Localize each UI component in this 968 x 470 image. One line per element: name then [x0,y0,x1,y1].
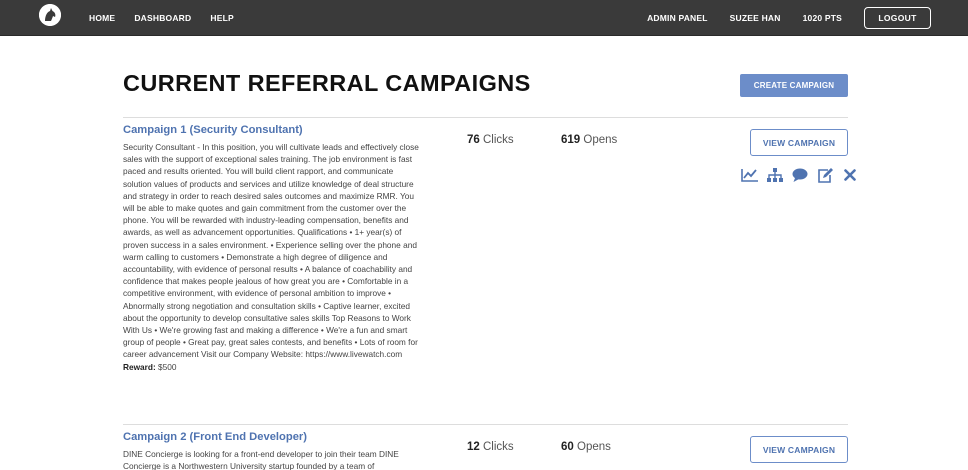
opens-count: 60 [561,441,574,453]
reward-value: $500 [158,361,177,372]
reward-label: Reward: [123,361,156,372]
top-navbar: HOME DASHBOARD HELP ADMIN PANEL SUZEE HA… [0,0,968,36]
nav-dashboard-link[interactable]: DASHBOARD [134,13,191,23]
campaign-description: Security Consultant - In this position, … [123,142,419,360]
divider [123,117,848,118]
opens-stat: 619 Opens [561,134,617,146]
campaign-actions [734,167,859,183]
opens-label: Opens [583,134,618,146]
comment-icon[interactable] [791,167,809,183]
clicks-stat: 12 Clicks [467,441,514,453]
nav-help-link[interactable]: HELP [210,13,233,23]
campaign-description: DINE Concierge is looking for a front-en… [123,449,399,470]
delete-icon[interactable] [841,167,859,183]
clicks-label: Clicks [483,441,514,453]
campaign-card: Campaign 2 (Front End Developer) DINE Co… [123,431,848,470]
page-title: CURRENT REFERRAL CAMPAIGNS [123,70,531,96]
campaign-reward: Reward: $500 [123,361,848,373]
brand-logo-icon[interactable] [39,4,61,26]
logout-button[interactable]: LOGOUT [864,7,931,29]
org-chart-icon[interactable] [766,167,784,183]
opens-count: 619 [561,134,581,146]
clicks-label: Clicks [483,134,514,146]
clicks-count: 76 [467,134,480,146]
view-campaign-button[interactable]: VIEW CAMPAIGN [750,436,848,463]
nav-admin-panel-link[interactable]: ADMIN PANEL [647,13,708,23]
nav-user-name[interactable]: SUZEE HAN [730,13,781,23]
nav-points: 1020 PTS [802,13,842,23]
view-campaign-button[interactable]: VIEW CAMPAIGN [750,129,848,156]
opens-label: Opens [577,441,611,453]
opens-stat: 60 Opens [561,441,611,453]
nav-home-link[interactable]: HOME [89,13,115,23]
divider [123,424,848,425]
edit-icon[interactable] [816,167,834,183]
campaign-card: Campaign 1 (Security Consultant) Securit… [123,124,856,373]
create-campaign-button[interactable]: CREATE CAMPAIGN [740,74,848,97]
clicks-stat: 76 Clicks [467,134,514,146]
analytics-chart-icon[interactable] [741,167,759,183]
clicks-count: 12 [467,441,480,453]
